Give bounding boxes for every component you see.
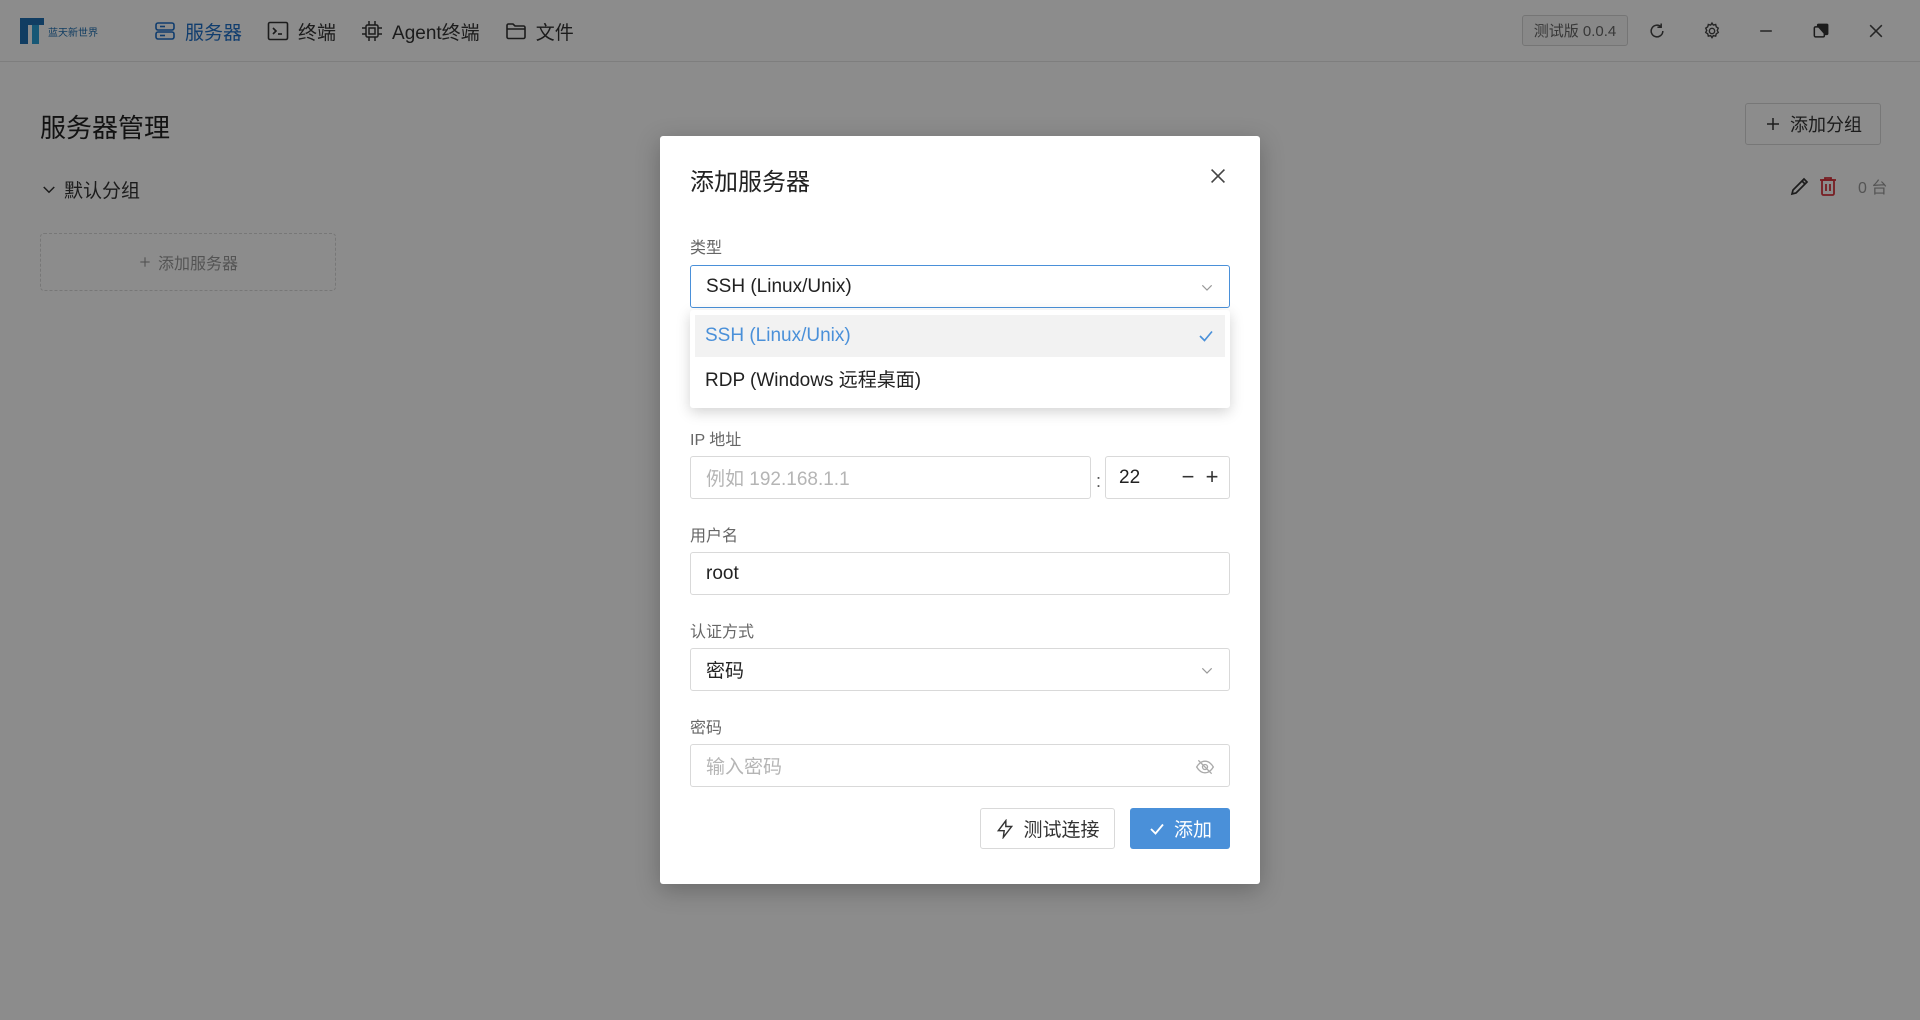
auth-select[interactable]: 密码 xyxy=(690,648,1230,691)
username-input[interactable]: root xyxy=(690,552,1230,595)
add-button[interactable]: 添加 xyxy=(1130,808,1230,849)
auth-label: 认证方式 xyxy=(690,624,755,641)
dialog-title: 添加服务器 xyxy=(690,169,810,196)
check-icon xyxy=(1150,823,1164,835)
ip-label: IP 地址 xyxy=(690,432,742,449)
password-placeholder: 输入密码 xyxy=(706,757,783,778)
port-value: 22 xyxy=(1119,466,1141,488)
add-button-label: 添加 xyxy=(1173,820,1212,841)
add-server-dialog: 添加服务器 类型 SSH (Linux/Unix) IP 地址 例如 192.1… xyxy=(660,136,1260,884)
chevron-down-icon xyxy=(1201,667,1213,674)
ip-placeholder: 例如 192.168.1.1 xyxy=(706,469,850,490)
username-label: 用户名 xyxy=(690,528,739,545)
lightning-icon xyxy=(997,818,1014,839)
type-option-ssh[interactable]: SSH (Linux/Unix) xyxy=(695,315,1225,357)
username-value: root xyxy=(706,562,739,584)
type-option-rdp[interactable]: RDP (Windows 远程桌面) xyxy=(695,357,1225,399)
auth-select-value: 密码 xyxy=(706,661,745,682)
close-icon xyxy=(1210,168,1226,184)
password-label: 密码 xyxy=(690,720,723,737)
password-input[interactable]: 输入密码 xyxy=(690,744,1230,787)
type-select-value: SSH (Linux/Unix) xyxy=(706,275,852,297)
port-decrement-button[interactable]: − xyxy=(1178,466,1198,488)
eye-off-icon[interactable] xyxy=(1195,757,1215,777)
type-option-label: RDP (Windows 远程桌面) xyxy=(705,369,922,391)
port-increment-button[interactable]: + xyxy=(1202,466,1222,488)
type-label: 类型 xyxy=(690,240,723,257)
test-connection-button[interactable]: 测试连接 xyxy=(980,808,1115,849)
test-connection-label: 测试连接 xyxy=(1023,820,1100,841)
check-icon xyxy=(1199,330,1213,342)
type-option-label: SSH (Linux/Unix) xyxy=(705,325,851,346)
dialog-close-button[interactable] xyxy=(1204,162,1232,190)
port-separator: : xyxy=(1096,471,1102,491)
type-select[interactable]: SSH (Linux/Unix) xyxy=(690,265,1230,308)
type-dropdown-menu: SSH (Linux/Unix) RDP (Windows 远程桌面) xyxy=(690,310,1230,408)
ip-input[interactable]: 例如 192.168.1.1 xyxy=(690,456,1091,499)
chevron-down-icon xyxy=(1201,284,1213,291)
port-stepper[interactable]: 22 − + xyxy=(1105,456,1230,499)
